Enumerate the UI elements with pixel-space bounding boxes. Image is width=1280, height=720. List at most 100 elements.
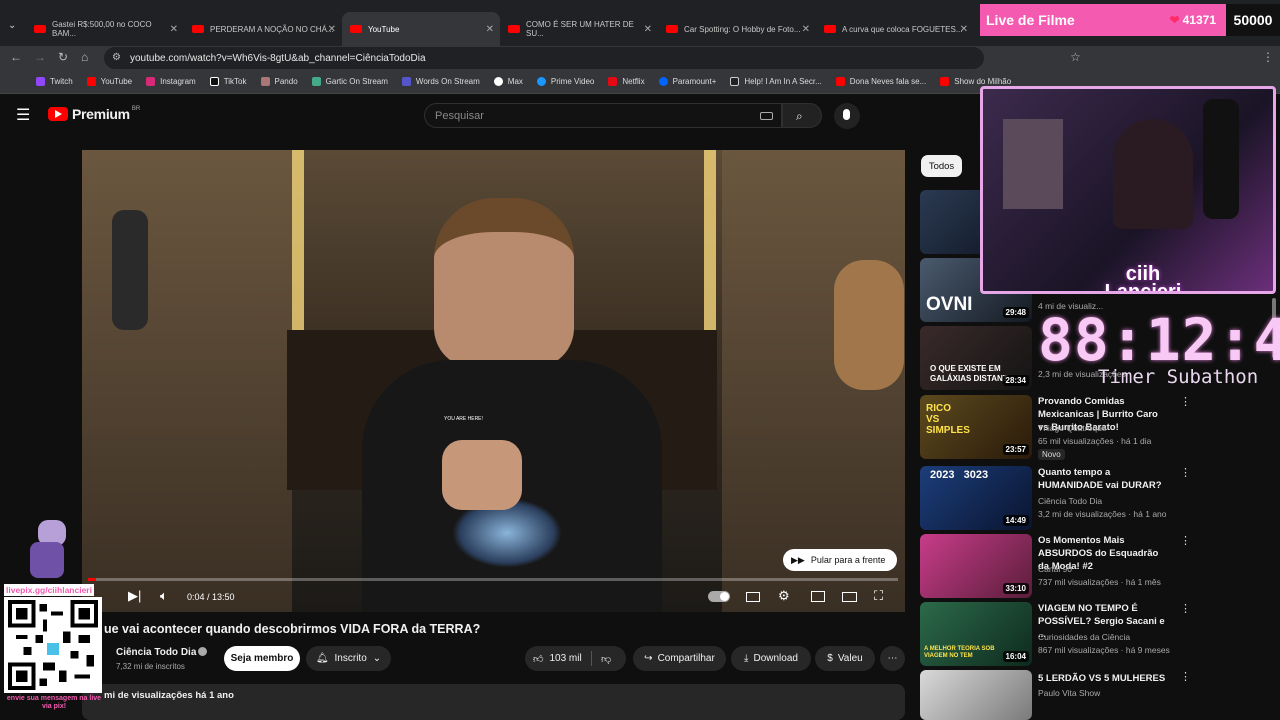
youtube-logo[interactable]: Premium BR (48, 106, 140, 122)
bookmark-instagram[interactable]: Instagram (146, 77, 196, 86)
webcam-overlay: ciih Lancieri (980, 86, 1276, 294)
qr-code-icon (8, 600, 98, 690)
bookmark-prime[interactable]: Prime Video (536, 77, 594, 86)
video-title: ue vai acontecer quando descobrirmos VID… (104, 622, 481, 636)
bookmark-youtube[interactable]: YouTube (86, 77, 132, 86)
theater-mode-icon[interactable] (842, 592, 857, 602)
search-input[interactable]: Pesquisar (424, 103, 782, 128)
livepix-url: livepix.gg/ciihlancieri (4, 584, 94, 596)
back-icon[interactable]: ← (10, 50, 22, 64)
gartic-icon (311, 77, 321, 86)
bookmark-star-icon[interactable]: ☆ (1070, 50, 1081, 64)
bookmark-pando[interactable]: Pando (260, 77, 298, 86)
volume-icon[interactable]: 🔈︎ (160, 588, 168, 604)
reload-icon[interactable]: ↻ (58, 50, 68, 64)
tab-list-chevron-icon[interactable]: ⌄ (8, 20, 16, 31)
bookmark-netflix[interactable]: Netflix (608, 77, 645, 86)
browser-tab[interactable]: A curva que coloca FOGUETES... ✕ (816, 12, 974, 46)
close-tab-icon[interactable]: ✕ (486, 24, 494, 35)
recommended-video[interactable]: 5 LERDÃO VS 5 MULHERES Paulo Vita Show ⋮ (920, 670, 1270, 720)
more-actions-button[interactable]: ⋯ (880, 646, 905, 671)
recommended-video[interactable]: A MELHOR TEORIA SOB VIAGEM NO TEM 16:04 V… (920, 602, 1270, 666)
video-duration: 28:34 (1002, 375, 1029, 386)
chevron-down-icon: ⌄ (372, 653, 382, 664)
settings-gear-icon[interactable]: ⚙ (778, 588, 790, 604)
close-tab-icon[interactable]: ✕ (328, 24, 336, 35)
tv-icon (730, 77, 740, 86)
thumbs-up-icon: 👍︎ (533, 653, 544, 665)
thumbs-down-icon[interactable]: 👎︎ (601, 653, 611, 665)
site-info-icon[interactable]: ⚙ (112, 52, 121, 63)
voice-search-button[interactable] (834, 103, 860, 129)
bookmark-gartic[interactable]: Gartic On Stream (311, 77, 388, 86)
browser-tab[interactable]: Gastei R$:500,00 no COCO BAM... ✕ (26, 12, 184, 46)
browser-tab-active[interactable]: YouTube ✕ (342, 12, 500, 46)
download-button[interactable]: ⤓ Download (731, 646, 811, 671)
bookmark-dona[interactable]: Dona Neves fala se... (835, 77, 927, 86)
close-tab-icon[interactable]: ✕ (170, 24, 178, 35)
description-box[interactable]: mi de visualizações há 1 ano (82, 684, 905, 720)
share-button[interactable]: ↪ Compartilhar (633, 646, 726, 671)
close-tab-icon[interactable]: ✕ (644, 24, 652, 35)
address-bar[interactable]: youtube.com/watch?v=Wh6Vis-8gtU&ab_chann… (104, 47, 984, 69)
bookmark-label: Netflix (622, 77, 645, 86)
subtitles-icon[interactable] (746, 592, 760, 602)
bookmark-show[interactable]: Show do Milhão (940, 77, 1011, 86)
hamburger-menu-icon[interactable]: ☰ (16, 105, 30, 125)
more-options-icon[interactable]: ⋮ (1180, 466, 1191, 479)
more-options-icon[interactable]: ⋮ (1180, 602, 1191, 615)
skip-label: Pular para a frente (810, 555, 886, 565)
video-duration: 23:57 (1002, 444, 1029, 455)
forward-icon[interactable]: → (34, 50, 46, 64)
channel-name[interactable]: Ciência Todo Dia (116, 647, 196, 658)
subscribed-button[interactable]: 🔔︎ Inscrito ⌄ (306, 646, 391, 671)
recommended-video[interactable]: RICO VS SIMPLES 23:57 Provando Comidas Me… (920, 395, 1270, 460)
time-display: 0:04 / 13:50 (187, 592, 235, 602)
close-tab-icon[interactable]: ✕ (802, 24, 810, 35)
tab-label: PERDERAM A NOÇÃO NO CHÁ... (210, 24, 334, 34)
next-video-icon[interactable]: ▶| (128, 588, 141, 604)
recommended-video[interactable]: 2023 3023 14:49 Quanto tempo a HUMANIDADE… (920, 466, 1270, 530)
progress-bar[interactable] (88, 578, 898, 581)
browser-menu-icon[interactable]: ⋮ (1262, 50, 1274, 64)
max-icon (493, 77, 503, 86)
bookmark-words[interactable]: Words On Stream (401, 77, 480, 86)
bookmark-label: Dona Neves fala se... (849, 77, 927, 86)
progress-played (88, 578, 97, 581)
region-code: BR (131, 106, 141, 112)
autoplay-toggle[interactable] (708, 591, 730, 602)
bookmark-paramount[interactable]: Paramount+ (658, 77, 716, 86)
browser-tab[interactable]: Car Spotting: O Hobby de Foto... ✕ (658, 12, 816, 46)
tab-label: A curva que coloca FOGUETES... (842, 24, 963, 34)
bookmark-max[interactable]: Max (493, 77, 523, 86)
search-button[interactable]: ⌕ (782, 103, 822, 128)
bookmark-twitch[interactable]: Twitch (36, 77, 73, 86)
bookmark-help[interactable]: Help! I Am In A Secr... (730, 77, 822, 86)
video-player[interactable]: YOU ARE HERE! (82, 150, 905, 612)
tab-label: COMO É SER UM HATER DE SU... (526, 20, 634, 38)
thanks-button[interactable]: $ Valeu (815, 646, 875, 671)
keyboard-icon[interactable] (760, 112, 773, 120)
verified-badge-icon (198, 647, 207, 656)
skip-forward-button[interactable]: ▶▶ Pular para a frente (783, 549, 897, 571)
close-tab-icon[interactable]: ✕ (960, 24, 968, 35)
fullscreen-icon[interactable]: ⛶ (874, 588, 883, 604)
like-button[interactable]: 👍︎ 103 mil (533, 653, 582, 665)
new-badge: Novo (1038, 449, 1065, 460)
chip-all[interactable]: Todos (921, 155, 962, 177)
browser-tab[interactable]: PERDERAM A NOÇÃO NO CHÁ... ✕ (184, 12, 342, 46)
instagram-icon (146, 77, 156, 86)
join-button[interactable]: Seja membro (224, 646, 300, 671)
bookmark-tiktok[interactable]: TikTok (209, 77, 247, 86)
browser-tab[interactable]: COMO É SER UM HATER DE SU... ✕ (500, 12, 658, 46)
more-options-icon[interactable]: ⋮ (1180, 534, 1191, 547)
thumbnail-text: RICO VS SIMPLES (926, 403, 970, 436)
more-options-icon[interactable]: ⋮ (1180, 670, 1191, 683)
presenter-head (434, 198, 574, 368)
home-icon[interactable]: ⌂ (81, 50, 88, 64)
recommended-video[interactable]: 33:10 Os Momentos Mais ABSURDOS do Esqua… (920, 534, 1270, 598)
miniplayer-icon[interactable] (811, 591, 825, 602)
share-icon: ↪ (644, 653, 653, 664)
more-options-icon[interactable]: ⋮ (1180, 395, 1191, 408)
logo-text: Premium (72, 106, 130, 122)
